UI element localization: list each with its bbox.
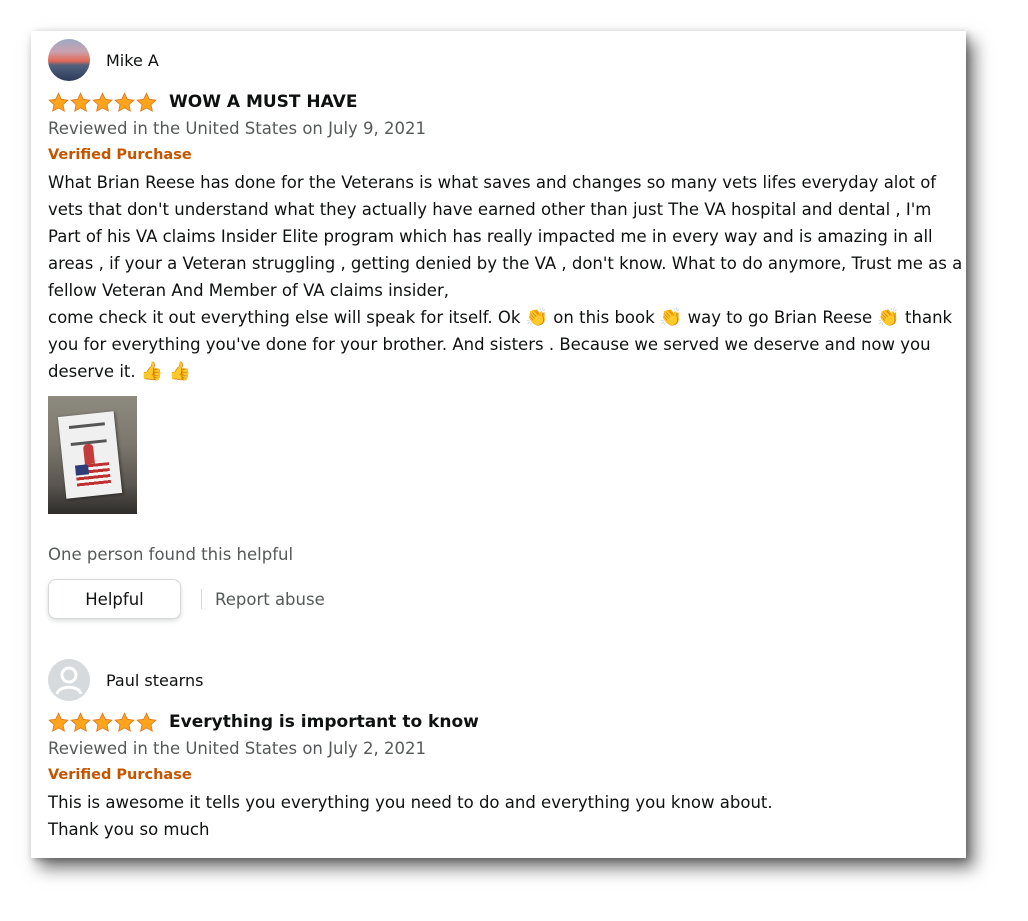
review-item: Mike A WOW A MUST HAVE Reviewed in the U… (48, 39, 963, 619)
star-icon (114, 711, 135, 732)
review-body: This is awesome it tells you everything … (48, 789, 963, 843)
review-date: Reviewed in the United States on July 9,… (48, 119, 427, 138)
reviewer-name[interactable]: Paul stearns (106, 671, 203, 690)
star-icon (136, 711, 157, 732)
star-icon (92, 711, 113, 732)
review-text: come check it out everything else will s… (48, 308, 521, 327)
review-text: This is awesome it tells you everything … (48, 793, 773, 812)
review-image-thumbnail[interactable] (48, 396, 137, 514)
thumbs-up-icon: 👍 (168, 361, 191, 382)
star-icon (92, 91, 113, 112)
review-text: on this book (553, 308, 655, 327)
review-item: Paul stearns Everything is important to … (48, 659, 963, 843)
star-icon (70, 711, 91, 732)
avatar[interactable] (48, 39, 90, 81)
book-cover-image (57, 411, 123, 499)
star-rating[interactable] (48, 711, 158, 733)
report-abuse-link[interactable]: Report abuse (215, 590, 325, 609)
star-icon (136, 91, 157, 112)
star-rating[interactable] (48, 91, 158, 113)
verified-purchase-badge[interactable]: Verified Purchase (48, 766, 963, 784)
avatar[interactable] (48, 659, 90, 701)
star-icon (70, 91, 91, 112)
review-text: Thank you so much (48, 820, 210, 839)
clapping-hands-icon: 👏 (525, 307, 549, 328)
clapping-hands-icon: 👏 (659, 307, 683, 328)
review-title[interactable]: WOW A MUST HAVE (169, 92, 357, 112)
reviewer-name[interactable]: Mike A (106, 51, 159, 70)
review-card: Mike A WOW A MUST HAVE Reviewed in the U… (31, 31, 966, 858)
star-icon (114, 91, 135, 112)
helpful-count: One person found this helpful (48, 545, 294, 564)
review-text: way to go Brian Reese (687, 308, 873, 327)
reviewer-profile[interactable]: Mike A (48, 39, 963, 81)
clapping-hands-icon: 👏 (877, 307, 900, 328)
star-icon (48, 91, 69, 112)
action-divider (201, 589, 202, 609)
verified-purchase-badge[interactable]: Verified Purchase (48, 146, 963, 164)
review-title[interactable]: Everything is important to know (169, 712, 479, 732)
default-user-icon (48, 659, 90, 701)
star-icon (48, 711, 69, 732)
reviewer-profile[interactable]: Paul stearns (48, 659, 963, 701)
thumbs-up-icon: 👍 (140, 361, 164, 382)
review-date: Reviewed in the United States on July 2,… (48, 739, 427, 758)
review-body: What Brian Reese has done for the Vetera… (48, 169, 963, 385)
review-text: What Brian Reese has done for the Vetera… (48, 173, 963, 300)
helpful-button[interactable]: Helpful (48, 579, 181, 619)
